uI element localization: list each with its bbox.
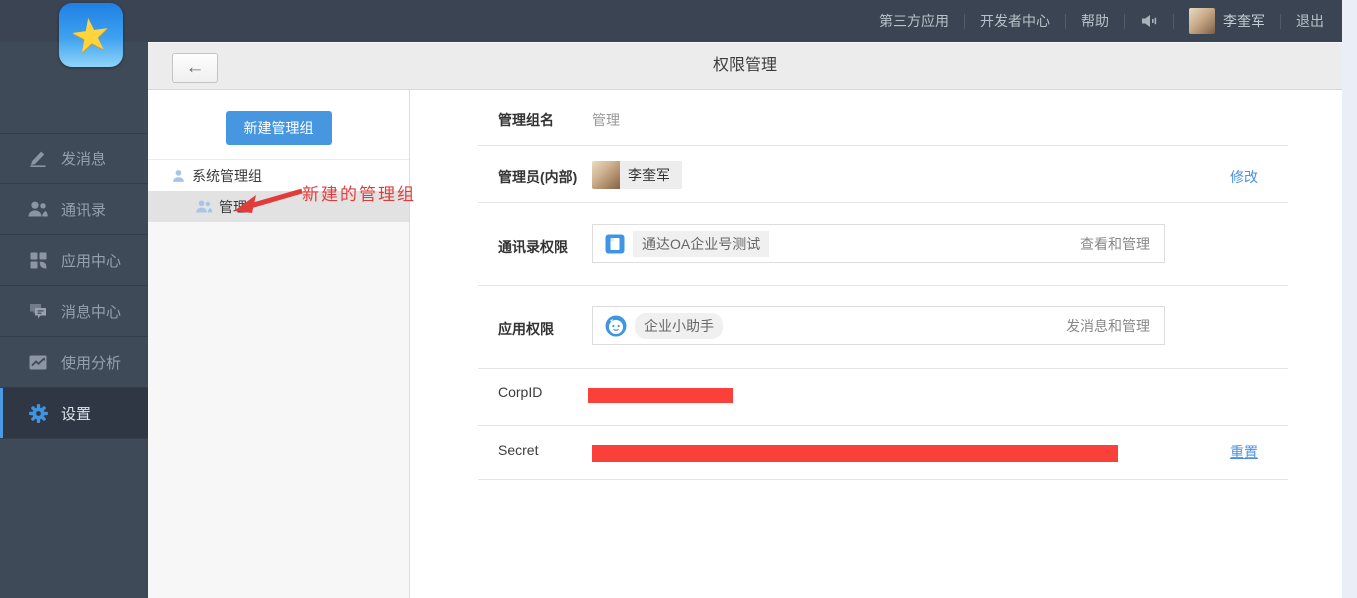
app-permission-box: 企业小助手 发消息和管理 (592, 306, 1165, 345)
admin-row: 管理员(内部) 李奎军 修改 (410, 161, 1342, 189)
row-divider (478, 145, 1288, 146)
people-icon (195, 199, 213, 214)
person-icon (171, 168, 186, 184)
sidebar-menu: 发消息 通讯录 应用中心 消息中心 使用分析 (0, 133, 148, 439)
sidebar-item-app-center[interactable]: 应用中心 (0, 235, 148, 286)
nav-developer-center[interactable]: 开发者中心 (965, 11, 1065, 31)
contacts-permission-label: 通讯录权限 (498, 237, 568, 257)
sidebar-item-contacts[interactable]: 通讯录 (0, 184, 148, 235)
top-navigation: 第三方应用 开发者中心 帮助 李奎军 退出 (864, 0, 1339, 42)
group-name-value: 管理 (592, 110, 620, 130)
contacts-book-icon (605, 234, 625, 254)
secret-label: Secret (498, 442, 538, 458)
new-admin-group-button[interactable]: 新建管理组 (226, 111, 332, 145)
new-group-area: 新建管理组 (148, 90, 409, 160)
star-icon: ★ (67, 9, 114, 60)
user-avatar (1189, 8, 1215, 34)
corpid-redacted-value (588, 388, 733, 403)
sidebar-item-message-center[interactable]: 消息中心 (0, 286, 148, 337)
modify-admin-link[interactable]: 修改 (1230, 167, 1258, 187)
app-permission-scope-chip[interactable]: 企业小助手 (635, 313, 723, 339)
user-name: 李奎军 (1223, 11, 1265, 31)
gear-icon (27, 403, 49, 424)
nav-third-party-apps[interactable]: 第三方应用 (864, 11, 964, 31)
admin-label: 管理员(内部) (498, 167, 577, 187)
row-divider (478, 479, 1288, 480)
row-divider (478, 285, 1288, 286)
tree-item-label: 系统管理组 (192, 166, 262, 186)
permission-detail-panel: 管理组名 管理 管理员(内部) 李奎军 修改 通讯录权限 通达OA企业号测试 查… (410, 90, 1342, 598)
row-divider (478, 425, 1288, 426)
app-permission-label: 应用权限 (498, 319, 554, 339)
back-arrow-icon: ← (186, 57, 205, 78)
group-name-label: 管理组名 (498, 110, 554, 130)
page-header: 权限管理 ← (148, 42, 1342, 90)
admin-user-chip: 李奎军 (592, 161, 682, 189)
compose-icon (27, 149, 49, 168)
apps-grid-icon (27, 251, 49, 270)
back-button[interactable]: ← (172, 53, 218, 83)
nav-help[interactable]: 帮助 (1066, 11, 1124, 31)
page-title: 权限管理 (148, 43, 1342, 89)
annotation-text: 新建的管理组 (302, 180, 416, 205)
contacts-permission-level: 查看和管理 (1080, 234, 1150, 254)
secret-redacted-value (592, 445, 1118, 462)
sidebar-item-label: 应用中心 (61, 250, 121, 271)
announcement-speaker-icon[interactable] (1125, 13, 1173, 29)
sidebar: 发消息 通讯录 应用中心 消息中心 使用分析 (0, 42, 148, 598)
contacts-permission-scope-chip[interactable]: 通达OA企业号测试 (633, 231, 769, 257)
sidebar-item-settings[interactable]: 设置 (0, 388, 148, 439)
admin-name: 李奎军 (620, 165, 682, 185)
user-menu[interactable]: 李奎军 (1174, 8, 1280, 34)
row-divider (478, 368, 1288, 369)
reset-secret-link[interactable]: 重置 (1230, 442, 1258, 462)
contacts-permission-box: 通达OA企业号测试 查看和管理 (592, 224, 1165, 263)
admin-avatar (592, 161, 620, 189)
sidebar-item-label: 消息中心 (61, 301, 121, 322)
analytics-chart-icon (27, 354, 49, 371)
sidebar-item-send-message[interactable]: 发消息 (0, 133, 148, 184)
row-divider (478, 202, 1288, 203)
sidebar-item-label: 使用分析 (61, 352, 121, 373)
scrollbar[interactable] (1342, 0, 1357, 598)
app-logo: ★ (59, 3, 123, 67)
sidebar-item-label: 设置 (61, 403, 91, 424)
chat-bubbles-icon (27, 302, 49, 320)
logout-link[interactable]: 退出 (1281, 11, 1339, 31)
sidebar-item-usage-analytics[interactable]: 使用分析 (0, 337, 148, 388)
sidebar-item-label: 通讯录 (61, 199, 106, 220)
contacts-icon (27, 200, 49, 218)
admin-group-panel: 新建管理组 系统管理组 管理 新建的管理组 (148, 90, 410, 598)
annotation-arrow-icon (234, 187, 306, 215)
app-permission-level: 发消息和管理 (1066, 316, 1150, 336)
sidebar-item-label: 发消息 (61, 148, 106, 169)
corpid-label: CorpID (498, 384, 542, 400)
assistant-app-icon (605, 315, 627, 337)
